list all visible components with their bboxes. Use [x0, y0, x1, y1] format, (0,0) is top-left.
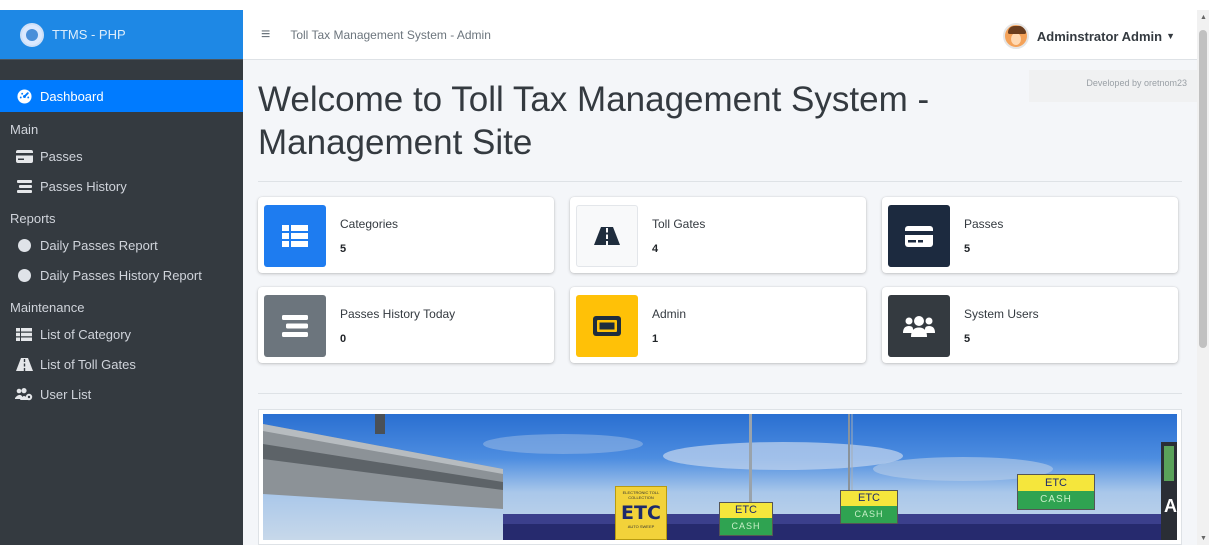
page-scrollbar[interactable]: ▲ ▼ — [1197, 10, 1209, 545]
page-title: Welcome to Toll Tax Management System - … — [258, 80, 930, 162]
main-content: Developed by oretnom23 Welcome to Toll T… — [243, 60, 1197, 545]
etc-cash-sign-bottom: CASH — [720, 518, 772, 535]
sidebar-item-passes[interactable]: Passes — [0, 141, 243, 171]
info-box-label: Categories — [340, 217, 399, 231]
credit-card-icon — [14, 149, 34, 163]
etc-sign-footer: AUTO SWEEP — [627, 524, 655, 529]
nav-header-reports: Reports — [10, 211, 56, 226]
list-icon — [14, 327, 34, 341]
circle-icon — [14, 238, 34, 252]
info-box-label: Passes — [964, 217, 1004, 231]
list-icon — [264, 205, 326, 267]
etc-cash-sign: ETC CASH — [840, 490, 898, 524]
etc-cash-sign: ETC CASH — [1017, 474, 1095, 510]
caret-down-icon: ▼ — [1166, 31, 1175, 41]
divider — [258, 181, 1182, 182]
divider — [258, 393, 1182, 394]
topbar-title: Toll Tax Management System - Admin — [290, 27, 491, 42]
etc-cash-sign-top: ETC — [1018, 475, 1094, 491]
info-box-admin[interactable]: Admin 1 — [570, 287, 866, 363]
sidebar-item-label: List of Category — [40, 326, 132, 342]
info-box-number: 5 — [964, 243, 971, 255]
etc-cash-sign-bottom: CASH — [841, 506, 897, 523]
sidebar-item-list-of-category[interactable]: List of Category — [0, 319, 243, 349]
brand-logo-icon — [20, 22, 44, 47]
menu-toggle-icon[interactable]: ≡ — [261, 26, 270, 44]
etc-cash-sign-top: ETC — [841, 491, 897, 506]
sidebar: TTMS - PHP Dashboard Main Passes Passes … — [0, 10, 243, 545]
sidebar-item-label: Daily Passes Report — [40, 237, 158, 253]
etc-cash-sign-top: ETC — [720, 503, 772, 518]
info-box-passes-history-today[interactable]: Passes History Today 0 — [258, 287, 554, 363]
scroll-down-icon[interactable]: ▼ — [1200, 535, 1207, 542]
sidebar-item-daily-passes-history-report[interactable]: Daily Passes History Report — [0, 260, 243, 290]
info-box-number: 5 — [964, 333, 971, 345]
sidebar-item-daily-passes-report[interactable]: Daily Passes Report — [0, 230, 243, 260]
stream-icon — [264, 295, 326, 357]
info-box-toll-gates[interactable]: Toll Gates 4 — [570, 197, 866, 273]
users-cog-icon — [14, 387, 34, 401]
info-box-number: 0 — [340, 333, 347, 345]
users-icon — [888, 295, 950, 357]
etc-sign-header: ELECTRONIC TOLL COLLECTION — [622, 490, 660, 500]
scroll-up-icon[interactable]: ▲ — [1200, 14, 1207, 21]
info-box-passes[interactable]: Passes 5 — [882, 197, 1178, 273]
id-card-icon — [576, 295, 638, 357]
user-name: Adminstrator Admin — [1036, 28, 1163, 44]
info-box-number: 1 — [652, 333, 659, 345]
sidebar-item-label: Passes History — [40, 178, 127, 194]
sidebar-item-list-of-toll-gates[interactable]: List of Toll Gates — [0, 349, 243, 379]
road-icon — [576, 205, 638, 267]
sidebar-item-dashboard[interactable]: Dashboard — [0, 80, 243, 112]
sidebar-item-label: List of Toll Gates — [40, 356, 136, 372]
etc-cash-sign-bottom: CASH — [1018, 491, 1094, 509]
sidebar-item-label: Daily Passes History Report — [40, 267, 202, 283]
toll-plaza-scene: ELECTRONIC TOLL COLLECTION ETC AUTO SWEE… — [263, 414, 1177, 540]
info-box-label: Toll Gates — [652, 217, 706, 231]
credit-card-icon — [888, 205, 950, 267]
topbar: ≡ Toll Tax Management System - Admin Adm… — [243, 10, 1197, 60]
road-icon — [14, 357, 34, 371]
info-box-number: 5 — [340, 243, 347, 255]
etc-sign-main: ELECTRONIC TOLL COLLECTION ETC AUTO SWEE… — [615, 486, 667, 540]
etc-cash-sign: ETC CASH — [719, 502, 773, 536]
brand-link[interactable]: TTMS - PHP — [0, 10, 243, 60]
sidebar-item-label: User List — [40, 386, 92, 402]
etc-sign-text: ETC — [621, 502, 661, 524]
stream-icon — [14, 179, 34, 193]
info-box-system-users[interactable]: System Users 5 — [882, 287, 1178, 363]
info-box-number: 4 — [652, 243, 659, 255]
tachometer-icon — [14, 88, 34, 104]
nav-header-maintenance: Maintenance — [10, 300, 85, 315]
sidebar-item-label: Dashboard — [40, 88, 104, 104]
scrollbar-thumb[interactable] — [1199, 30, 1207, 348]
info-box-categories[interactable]: Categories 5 — [258, 197, 554, 273]
app-window: TTMS - PHP Dashboard Main Passes Passes … — [0, 10, 1209, 545]
brand-name: TTMS - PHP — [52, 27, 126, 42]
user-menu-dropdown[interactable]: Adminstrator Admin ▼ — [1002, 23, 1175, 49]
sidebar-nav: Dashboard Main Passes Passes History Rep… — [0, 60, 243, 409]
avatar — [1002, 23, 1029, 49]
info-box-label: Passes History Today — [340, 307, 456, 321]
developer-badge: Developed by oretnom23 — [1029, 70, 1197, 102]
sidebar-item-user-list[interactable]: User List — [0, 379, 243, 409]
sidebar-item-passes-history[interactable]: Passes History — [0, 171, 243, 201]
info-box-label: Admin — [652, 307, 687, 321]
circle-icon — [14, 268, 34, 282]
info-box-label: System Users — [964, 307, 1039, 321]
sidebar-item-label: Passes — [40, 148, 83, 164]
nav-header-main: Main — [10, 122, 39, 137]
toll-plaza-image: ELECTRONIC TOLL COLLECTION ETC AUTO SWEE… — [258, 409, 1182, 545]
building-sign: A — [1164, 496, 1177, 516]
